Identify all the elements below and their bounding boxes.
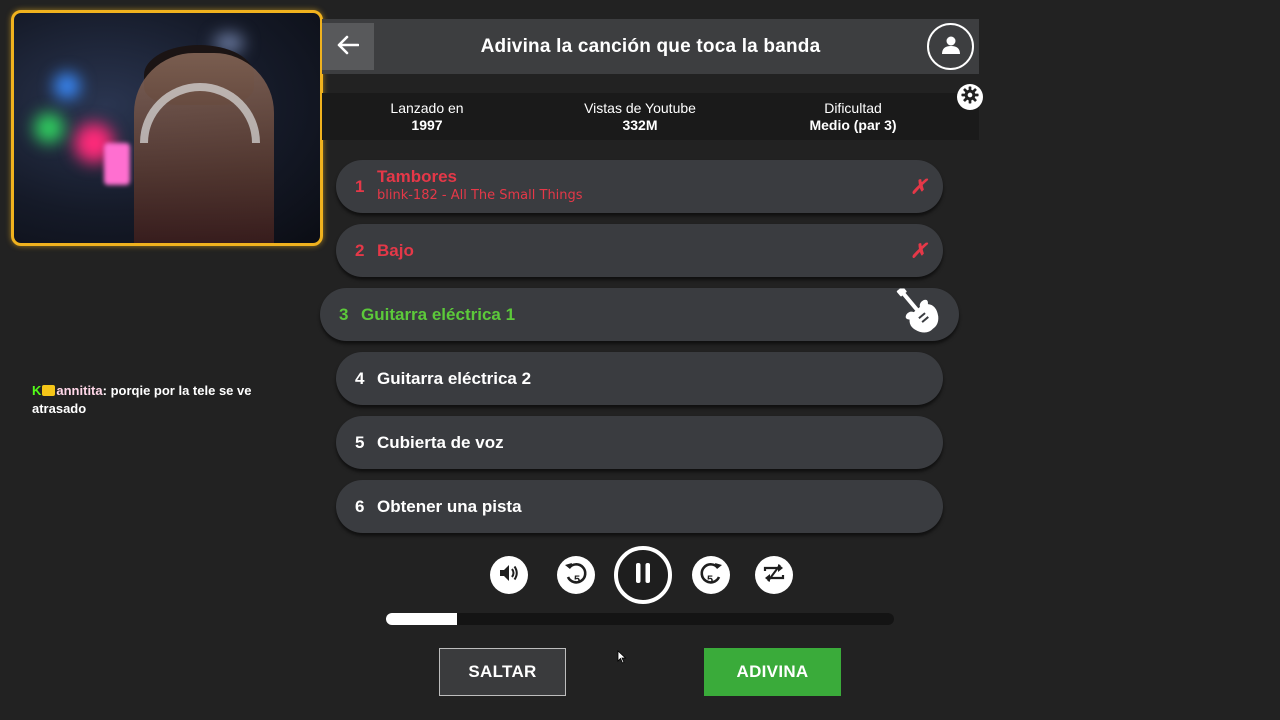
mouse-cursor-icon	[617, 649, 627, 668]
difficulty-label: Dificultad	[824, 100, 882, 116]
difficulty-value: Medio (par 3)	[809, 117, 897, 133]
rewind-seconds-label: 5	[574, 574, 580, 586]
playback-progress-bar[interactable]	[386, 613, 894, 625]
track-number: 5	[355, 432, 365, 452]
wrong-mark-icon: ✗	[910, 176, 927, 198]
track-name: Bajo	[377, 240, 414, 260]
track-number: 2	[355, 240, 365, 260]
wrong-mark-icon: ✗	[910, 240, 927, 262]
back-button[interactable]	[322, 23, 374, 70]
views-label: Vistas de Youtube	[584, 100, 696, 116]
release-label: Lanzado en	[390, 100, 464, 116]
track-guess-text: blink-182 - All The Small Things	[377, 188, 583, 203]
rewind-5-icon: 5	[563, 560, 589, 590]
song-info: Lanzado en 1997 Vistas de Youtube 332M D…	[322, 93, 979, 140]
webcam-lamp	[104, 143, 130, 185]
kick-badge-icon: K	[32, 383, 42, 398]
settings-button[interactable]	[957, 84, 983, 110]
track-item-bass[interactable]: 2 Bajo ✗	[336, 224, 943, 277]
track-number: 3	[339, 304, 349, 324]
track-number: 1	[355, 176, 365, 196]
forward-5-icon: 5	[698, 560, 724, 590]
pause-button[interactable]	[614, 546, 672, 604]
arrow-left-icon	[337, 35, 360, 59]
webcam-overlay	[11, 10, 323, 246]
guess-button[interactable]: ADIVINA	[704, 648, 841, 696]
chat-message: Kannitita: porqie por la tele se ve atra…	[32, 382, 302, 418]
track-item-hint[interactable]: 6 Obtener una pista	[336, 480, 943, 533]
crown-badge-icon	[42, 385, 56, 396]
page-title: Adivina la canción que toca la banda	[480, 35, 821, 57]
volume-icon	[498, 563, 520, 587]
track-name: Cubierta de voz	[377, 432, 504, 452]
webcam-person	[134, 53, 274, 243]
volume-button[interactable]	[490, 556, 528, 594]
loop-icon	[762, 562, 786, 588]
track-number: 4	[355, 368, 365, 388]
views-value: 332M	[622, 117, 658, 133]
track-name: Tambores	[377, 167, 457, 186]
track-number: 6	[355, 496, 365, 516]
track-item-drums[interactable]: 1 Tambores blink-182 - All The Small Thi…	[336, 160, 943, 213]
gear-icon	[961, 86, 979, 108]
track-item-electric-guitar-1[interactable]: 3 Guitarra eléctrica 1	[320, 286, 959, 341]
difficulty-info: Dificultad Medio (par 3)	[753, 100, 953, 134]
track-item-electric-guitar-2[interactable]: 4 Guitarra eléctrica 2	[336, 352, 943, 405]
track-name: Obtener una pista	[377, 496, 522, 516]
profile-button[interactable]	[927, 23, 974, 70]
chat-separator: :	[102, 383, 107, 398]
release-value: 1997	[411, 117, 443, 133]
track-name: Guitarra eléctrica 2	[377, 368, 532, 388]
electric-guitar-icon	[893, 286, 943, 341]
track-name: Guitarra eléctrica 1	[361, 304, 516, 324]
header-bar: Adivina la canción que toca la banda	[322, 19, 979, 74]
user-icon	[940, 34, 962, 60]
forward-seconds-label: 5	[707, 574, 713, 586]
release-info: Lanzado en 1997	[327, 100, 527, 134]
playback-progress-fill	[386, 613, 458, 625]
track-item-vocals[interactable]: 5 Cubierta de voz	[336, 416, 943, 469]
loop-button[interactable]	[755, 556, 793, 594]
skip-button[interactable]: SALTAR	[439, 648, 566, 696]
pause-icon	[633, 562, 653, 588]
chat-username: annitita	[56, 383, 103, 398]
rewind-button[interactable]: 5	[557, 556, 595, 594]
views-info: Vistas de Youtube 332M	[540, 100, 740, 134]
forward-button[interactable]: 5	[692, 556, 730, 594]
